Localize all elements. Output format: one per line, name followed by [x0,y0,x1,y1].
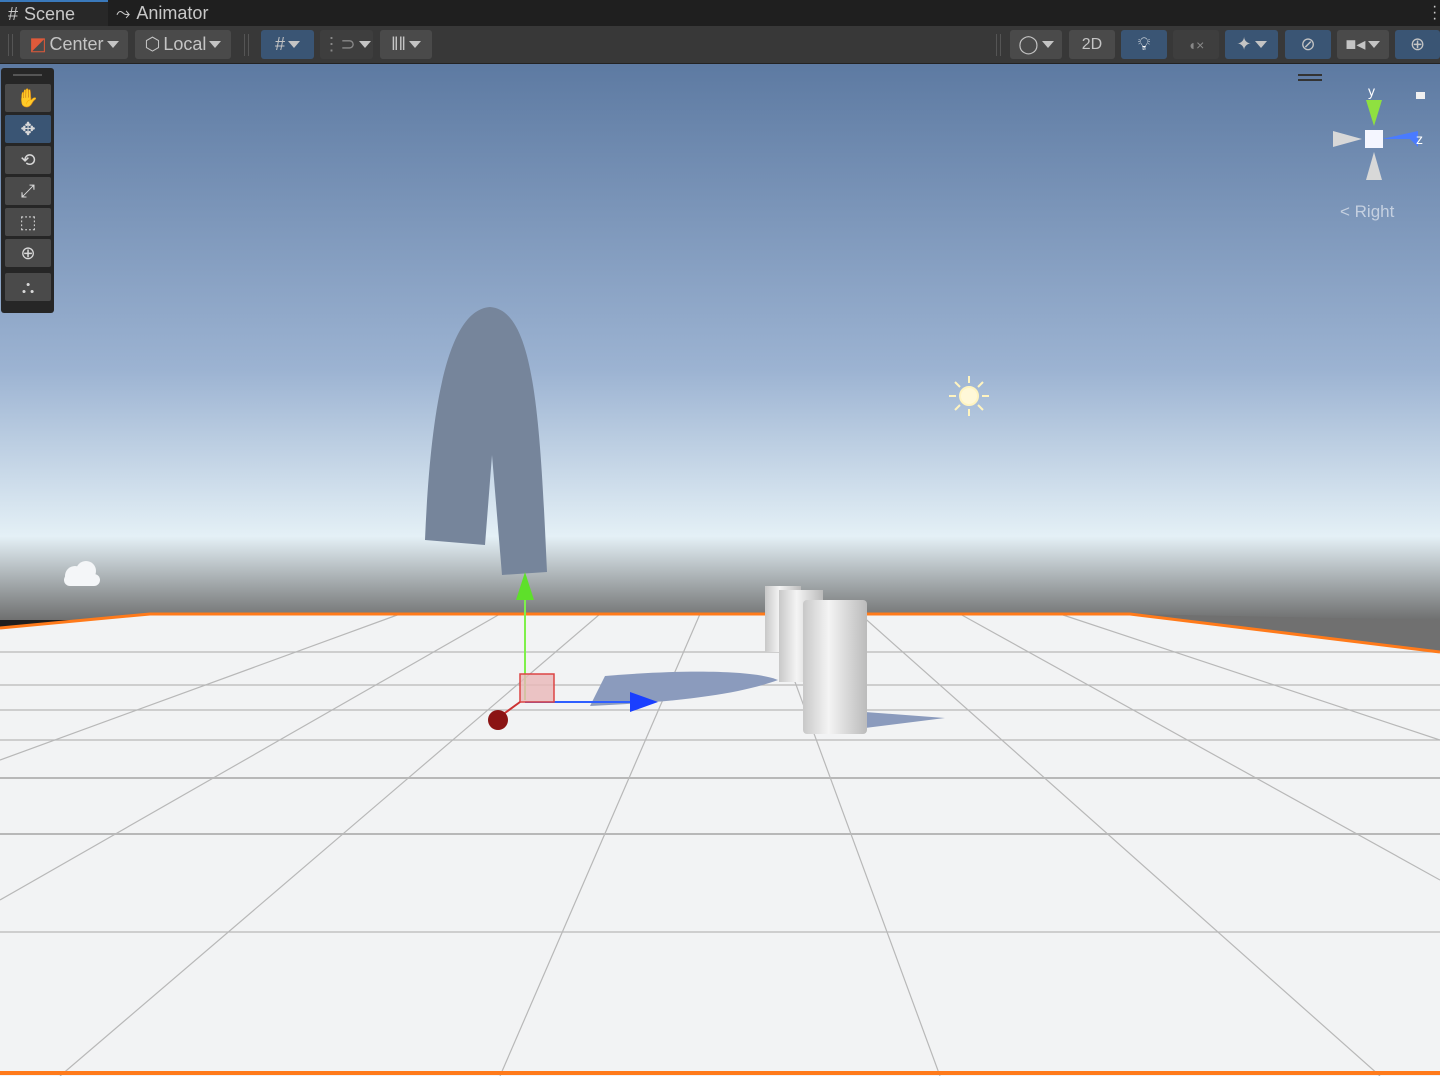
transform-icon: ⊕ [20,242,36,263]
chevron-down-icon [1041,41,1054,48]
gizmo-y-label: y [1368,83,1375,99]
effects-dropdown[interactable]: ✦ [1225,30,1278,59]
view-direction-label[interactable]: < Right [1340,202,1394,222]
rect-tool-button[interactable]: ⬚ [5,208,51,236]
camera-settings-dropdown[interactable]: ■◂ [1337,30,1389,59]
scene-toolbar: ◩ Center ⬡ Local # ⋮⊃ ‖‖ ◯ 2D 💡︎ ◖× ✦ ⊘ ■◂… [0,26,1440,64]
rotate-tool-button[interactable]: ⟲ [5,146,51,174]
tab-scene[interactable]: # Scene [0,0,108,26]
tab-animator[interactable]: ⤳ Animator [108,0,220,26]
transform-tool-button[interactable]: ⊕ [5,239,51,267]
toolbar-grip [8,34,13,56]
effects-icon: ✦ [1236,34,1252,54]
rect-icon: ⬚ [19,211,37,232]
cube-icon: ⬡ [144,34,161,54]
space-dropdown[interactable]: ⬡ Local [135,30,231,59]
increment-snap-button[interactable]: ‖‖ [380,30,432,59]
chevron-down-icon [1368,41,1381,48]
toolbar-separator [244,34,249,56]
lightbulb-icon: 💡︎ [1137,34,1151,54]
shading-sphere-icon: ◯ [1018,34,1039,54]
gizmos-dropdown[interactable]: ⊕ [1395,30,1440,59]
audio-mute-icon: ◖× [1187,36,1205,53]
chevron-down-icon [358,41,371,48]
chevron-down-icon [408,41,421,48]
lighting-toggle-button[interactable]: 💡︎ [1121,30,1167,59]
chevron-down-icon [288,41,300,48]
animator-icon: ⤳ [116,2,131,23]
scale-icon: ⤢ [20,180,36,201]
hand-icon: ✋ [16,87,40,108]
custom-tool-button[interactable]: ⛬ [5,273,51,301]
scale-tool-button[interactable]: ⤢ [5,177,51,205]
pivot-icon: ◩ [29,34,47,54]
tools-overlay: ✋ ✥ ⟲ ⤢ ⬚ ⊕ ⛬ [1,68,54,313]
scene-viewport[interactable]: y z < Right [0,64,1440,1076]
chevron-down-icon [1254,41,1267,48]
2d-toggle-button[interactable]: 2D [1069,30,1115,59]
hand-tool-button[interactable]: ✋ [5,84,51,112]
tab-bar: # Scene ⤳ Animator · · · [0,0,1440,27]
pivot-dropdown[interactable]: ◩ Center [20,30,128,59]
rotate-icon: ⟲ [20,149,36,170]
move-arrows-icon: ✥ [20,118,36,139]
toolbar-separator [996,34,1001,56]
move-tool-button[interactable]: ✥ [5,115,51,143]
audio-toggle-button[interactable]: ◖× [1173,30,1219,59]
hidden-objects-toggle[interactable]: ⊘ [1285,30,1331,59]
camera-icon: ■◂ [1345,34,1366,54]
grid-hash-icon: # [8,3,19,24]
cylinder-object [803,600,867,734]
sun-light-icon [949,376,989,416]
gizmo-sphere-icon: ⊕ [1409,34,1426,54]
eye-slash-icon: ⊘ [1300,34,1316,54]
scene-render: y z [0,64,1440,1076]
chevron-down-icon [209,41,222,48]
chevron-down-icon [106,41,119,48]
gizmo-z-label: z [1416,131,1423,147]
grid-toggle-button[interactable]: # [261,30,314,59]
ruler-icon: ‖‖ [391,34,406,54]
snap-toggle-button[interactable]: ⋮⊃ [320,30,373,59]
shading-mode-dropdown[interactable]: ◯ [1010,30,1062,59]
more-options-icon[interactable]: · · · [1432,0,1437,27]
overlay-grip[interactable] [13,74,42,84]
grid-icon: # [274,34,285,54]
snap-magnet-icon: ⋮⊃ [322,34,356,54]
custom-tool-icon: ⛬ [21,276,35,297]
